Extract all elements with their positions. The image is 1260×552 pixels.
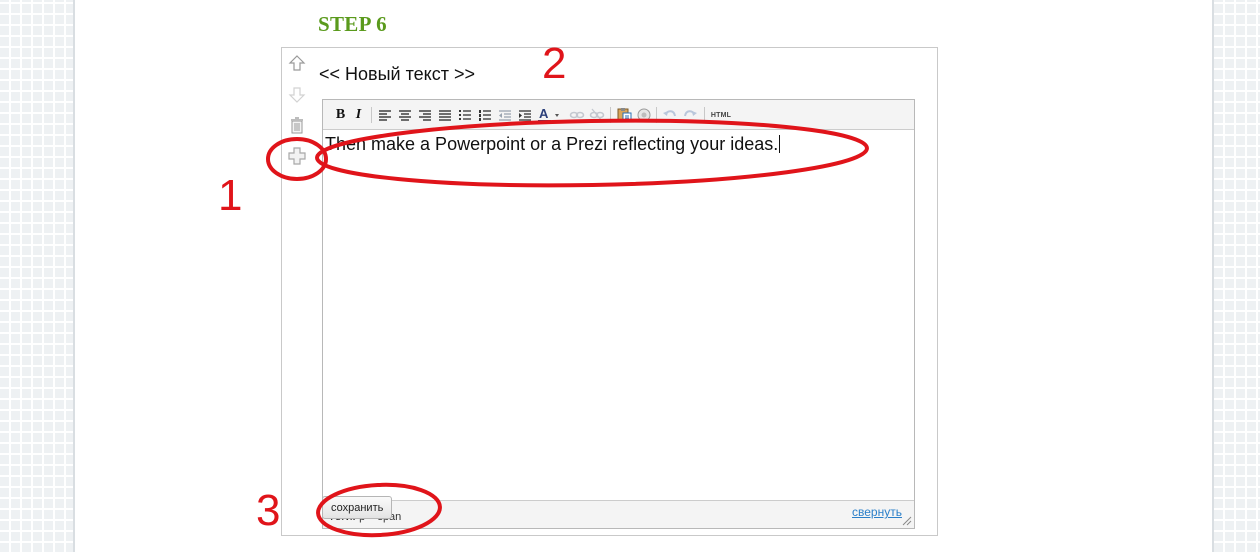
editor-toolbar: B I A HTML	[323, 100, 914, 130]
editor-content-text: Then make a Powerpoint or a Prezi reflec…	[325, 134, 779, 154]
italic-button[interactable]: I	[350, 106, 367, 124]
save-button[interactable]: сохранить	[322, 496, 393, 519]
editor-status-bar: Теги: p » span	[323, 500, 914, 528]
text-caret	[779, 135, 781, 153]
trash-icon[interactable]	[288, 116, 306, 134]
redo-icon[interactable]	[681, 106, 698, 124]
step-title: STEP 6	[318, 12, 387, 36]
align-center-icon[interactable]	[396, 106, 413, 124]
left-decorative-pattern	[0, 0, 75, 552]
undo-icon[interactable]	[661, 106, 678, 124]
rich-text-editor: B I A HTML Then make a Powerpoint or a P…	[322, 99, 915, 529]
align-justify-icon[interactable]	[436, 106, 453, 124]
arrow-down-icon[interactable]	[288, 86, 306, 104]
text-block-panel: << Новый текст >> B I A HTML Then make a…	[281, 47, 938, 536]
collapse-link[interactable]: свернуть	[852, 505, 902, 519]
outdent-icon[interactable]	[496, 106, 513, 124]
indent-icon[interactable]	[516, 106, 533, 124]
text-color-icon[interactable]: A	[536, 106, 564, 124]
block-title[interactable]: << Новый текст >>	[319, 64, 475, 85]
paste-icon[interactable]	[615, 106, 632, 124]
image-icon[interactable]	[635, 106, 652, 124]
bullet-list-icon[interactable]	[456, 106, 473, 124]
toolbar-separator	[656, 107, 657, 123]
align-right-icon[interactable]	[416, 106, 433, 124]
numbered-list-icon[interactable]	[476, 106, 493, 124]
link-icon[interactable]	[568, 106, 585, 124]
bold-button[interactable]: B	[332, 106, 349, 124]
editor-content-area[interactable]: Then make a Powerpoint or a Prezi reflec…	[323, 131, 914, 500]
toolbar-separator	[371, 107, 372, 123]
toolbar-separator	[610, 107, 611, 123]
html-source-button[interactable]: HTML	[709, 106, 733, 124]
plus-icon[interactable]	[288, 147, 306, 165]
toolbar-separator	[704, 107, 705, 123]
align-left-icon[interactable]	[376, 106, 393, 124]
annotation-label-1: 1	[218, 171, 242, 220]
annotation-label-3: 3	[256, 486, 280, 535]
right-decorative-pattern	[1212, 0, 1260, 552]
arrow-up-icon[interactable]	[288, 54, 306, 72]
svg-text:A: A	[539, 106, 549, 121]
unlink-icon[interactable]	[588, 106, 605, 124]
